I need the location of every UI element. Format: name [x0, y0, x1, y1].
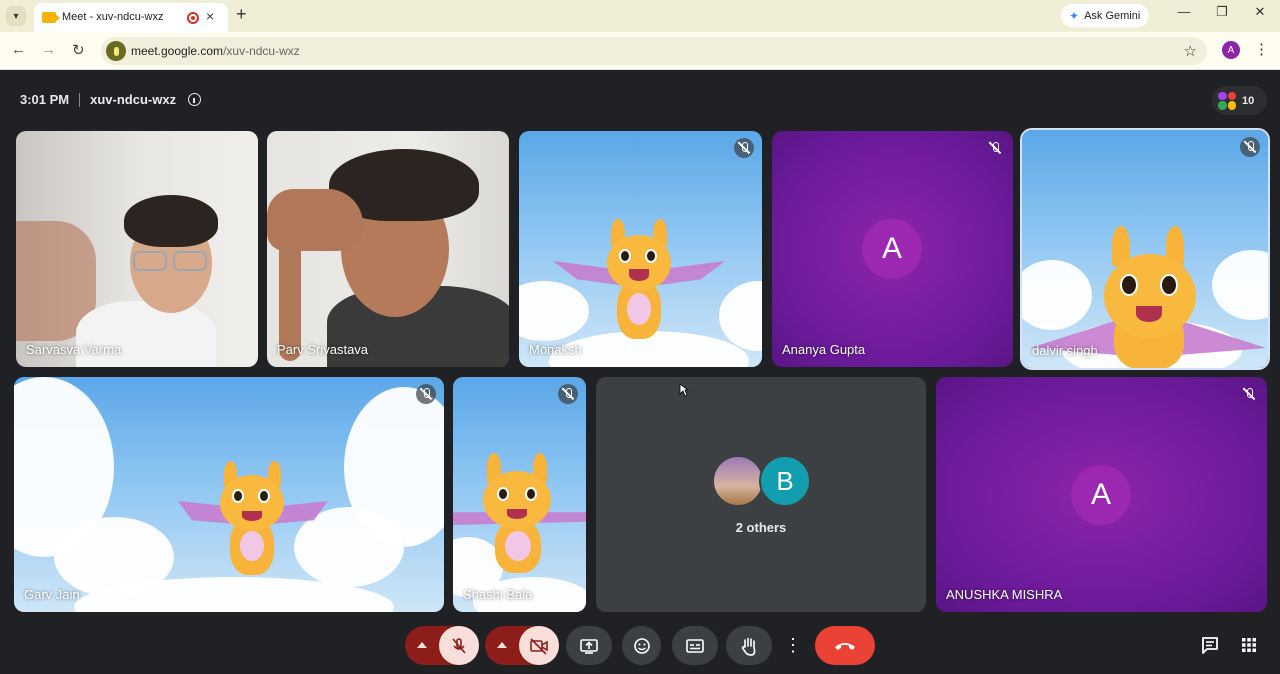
participant-tile[interactable]: A ANUSHKA MISHRA: [936, 377, 1267, 612]
browser-tab-meet[interactable]: Meet - xuv-ndcu-wxz ×: [34, 3, 228, 32]
more-options-button[interactable]: ⋮: [782, 626, 804, 665]
participants-button[interactable]: 10: [1212, 86, 1267, 115]
participant-name: dalvir singh: [1032, 343, 1098, 358]
reload-icon[interactable]: ↻: [72, 41, 85, 59]
forward-arrow-icon[interactable]: →: [41, 41, 56, 58]
participant-name: Ananya Gupta: [782, 342, 866, 357]
present-screen-button[interactable]: [566, 626, 612, 665]
camera-off-icon: [530, 637, 548, 655]
mic-options-chevron-icon[interactable]: [417, 642, 427, 648]
mic-muted-icon: [416, 384, 436, 404]
chat-icon: [1202, 637, 1218, 654]
microphone-in-use-icon[interactable]: [106, 41, 126, 61]
end-call-phone-icon: [835, 642, 855, 650]
profile-avatar[interactable]: A: [1222, 41, 1240, 59]
tab-search-chevron-icon[interactable]: ▾: [6, 6, 26, 26]
raise-hand-button[interactable]: [726, 626, 772, 665]
ask-gemini-label: Ask Gemini: [1084, 9, 1141, 22]
participant-name: Shashi Bala: [463, 587, 533, 602]
others-tile[interactable]: B 2 others: [596, 377, 926, 612]
meet-favicon-icon: [42, 12, 60, 23]
mic-muted-icon: [985, 138, 1005, 158]
url-omnibox[interactable]: meet.google.com/xuv-ndcu-wxz ☆: [101, 37, 1207, 65]
glasses: [133, 251, 167, 271]
participant-name: Parv Srivastava: [277, 342, 369, 357]
emoji-icon: [633, 637, 650, 654]
others-count-label: 2 others: [735, 520, 787, 535]
mic-muted-icon: [734, 138, 754, 158]
participant-name: ANUSHKA MISHRA: [946, 587, 1063, 602]
participant-tile[interactable]: dalvir singh: [1020, 128, 1270, 370]
captions-icon: [686, 638, 704, 653]
back-arrow-icon[interactable]: ←: [11, 41, 26, 58]
glasses: [173, 251, 207, 271]
mic-off-icon: [452, 637, 466, 654]
recording-indicator-icon: [187, 12, 199, 24]
present-screen-icon: [580, 638, 598, 654]
close-window-button[interactable]: ✕: [1248, 4, 1272, 20]
other-participant-initial-avatar: B: [759, 455, 811, 507]
mic-control-group: [405, 626, 479, 665]
participant-tile[interactable]: A Ananya Gupta: [772, 131, 1013, 367]
participant-name: Garv Jain: [24, 587, 80, 602]
mic-muted-icon: [1240, 137, 1260, 157]
browser-tab-bar: ▾ Meet - xuv-ndcu-wxz × + ✦ Ask Gemini —…: [0, 0, 1280, 32]
header-divider: [79, 92, 81, 107]
captions-button[interactable]: [672, 626, 718, 665]
browser-menu-icon[interactable]: ⋮: [1254, 40, 1269, 58]
cloud: [1022, 260, 1092, 330]
cloud: [719, 281, 762, 351]
participant-avatars-icon: [1218, 91, 1236, 110]
participant-shirt: [76, 301, 216, 367]
cloud: [519, 281, 589, 341]
participant-name: Sarvasva Varma: [26, 342, 122, 357]
url-text: meet.google.com/xuv-ndcu-wxz: [131, 44, 300, 58]
participant-tile[interactable]: Sarvasva Varma: [16, 131, 258, 367]
bookmark-star-icon[interactable]: ☆: [1184, 42, 1197, 60]
participant-tile[interactable]: Shashi Bala: [453, 377, 586, 612]
activities-button[interactable]: [1238, 634, 1260, 656]
mic-muted-icon: [558, 384, 578, 404]
microphone-off-button[interactable]: [439, 626, 479, 665]
participant-tile[interactable]: Garv Jain: [14, 377, 444, 612]
mic-muted-icon: [1239, 384, 1259, 404]
participant-tile[interactable]: Parv Srivastava: [267, 131, 509, 367]
meeting-time: 3:01 PM: [20, 92, 70, 107]
other-participant-avatar: [712, 455, 764, 507]
ask-gemini-button[interactable]: ✦ Ask Gemini: [1061, 4, 1149, 27]
participant-hand: [267, 189, 363, 251]
participant-name: Monaksh: [529, 342, 582, 357]
apps-grid-icon: [1242, 638, 1256, 652]
restore-button[interactable]: ❐: [1210, 4, 1234, 20]
more-options-icon: ⋮: [784, 635, 802, 655]
emoji-reactions-button[interactable]: [622, 626, 661, 665]
address-bar-row: ← → ↻ meet.google.com/xuv-ndcu-wxz ☆ A ⋮: [0, 32, 1280, 70]
participant-initial-avatar: A: [1071, 465, 1131, 525]
participant-hair: [124, 195, 218, 247]
minimize-button[interactable]: —: [1172, 4, 1196, 19]
participant-tile[interactable]: Monaksh: [519, 131, 762, 367]
participant-count: 10: [1242, 94, 1255, 107]
meeting-info-icon[interactable]: [188, 93, 202, 106]
meeting-header: 3:01 PM xuv-ndcu-wxz: [20, 92, 202, 107]
gemini-sparkle-icon: ✦: [1069, 8, 1080, 23]
tab-title: Meet - xuv-ndcu-wxz: [62, 11, 164, 23]
camera-options-chevron-icon[interactable]: [497, 642, 507, 648]
meeting-code: xuv-ndcu-wxz: [90, 92, 177, 107]
participant-initial-avatar: A: [862, 219, 922, 279]
chat-button[interactable]: [1199, 634, 1221, 656]
tab-close-icon[interactable]: ×: [206, 8, 214, 24]
camera-off-button[interactable]: [519, 626, 559, 665]
mouse-cursor-icon: [679, 383, 689, 397]
new-tab-button[interactable]: +: [236, 4, 247, 25]
cloud: [1212, 250, 1268, 320]
raise-hand-icon: [741, 637, 756, 656]
camera-control-group: [485, 626, 559, 665]
leave-call-button[interactable]: [815, 626, 875, 665]
